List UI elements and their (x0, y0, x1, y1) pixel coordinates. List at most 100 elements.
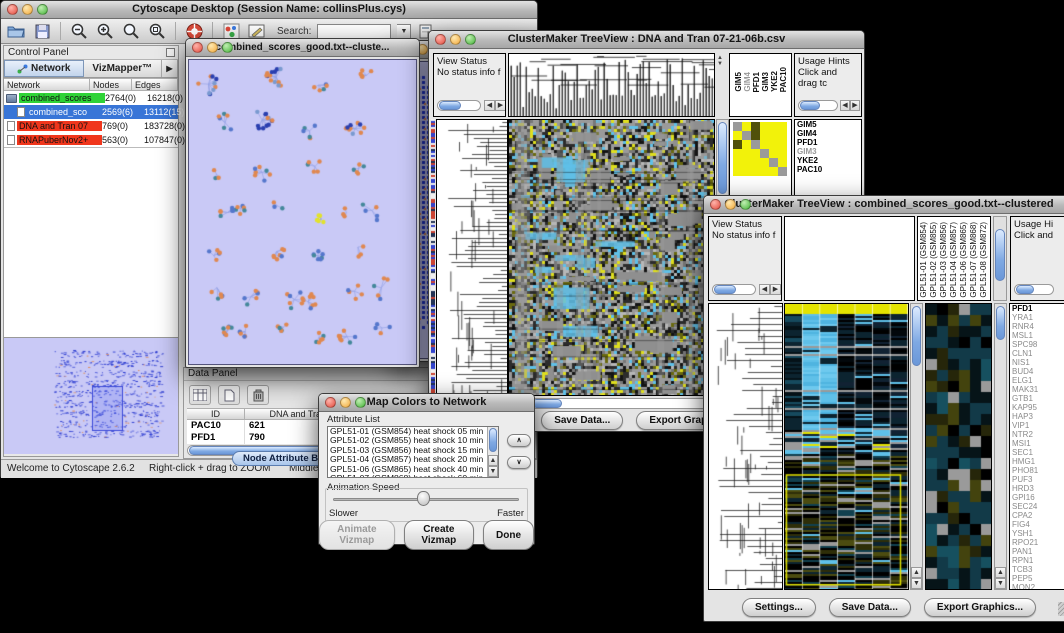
matrix-cell[interactable] (742, 140, 751, 149)
scroll-up-icon[interactable]: ▲ (995, 567, 1006, 578)
open-file-icon[interactable] (6, 22, 26, 41)
column-header-edges[interactable]: Edges (132, 78, 178, 91)
main-title-bar[interactable]: Cytoscape Desktop (Session Name: collins… (1, 1, 537, 19)
matrix-cell[interactable] (778, 122, 787, 131)
search-dropdown-arrow-icon[interactable]: ▼ (397, 24, 411, 39)
scrollbar-thumb[interactable] (532, 399, 562, 408)
close-button[interactable] (7, 4, 18, 15)
matrix-cell[interactable] (751, 158, 760, 167)
scrollbar-thumb[interactable] (489, 428, 497, 452)
column-dendrogram-panel[interactable] (508, 53, 715, 117)
network-title-bar[interactable]: combined_scores_good.txt--cluste... (186, 39, 419, 57)
tab-vizmapper[interactable]: VizMapper™ (84, 60, 163, 77)
delete-attribute-icon[interactable] (247, 385, 269, 405)
matrix-cell[interactable] (760, 140, 769, 149)
matrix-cell[interactable] (733, 167, 742, 176)
matrix-cell[interactable] (760, 149, 769, 158)
settings-button[interactable]: Settings... (742, 598, 816, 617)
matrix-cell[interactable] (778, 140, 787, 149)
minimize-button[interactable] (207, 42, 218, 53)
select-attributes-icon[interactable] (189, 385, 211, 405)
network-overview-panel[interactable] (4, 338, 178, 454)
tab-network[interactable]: Network (4, 60, 84, 77)
zoom-button[interactable] (355, 397, 366, 408)
network-tree-row[interactable]: combined_scores2764(0)16218(0) (4, 91, 178, 105)
heatmap-panel[interactable] (508, 119, 715, 396)
scrollbar-thumb[interactable] (714, 285, 736, 294)
animate-vizmap-button[interactable]: Animate Vizmap (319, 520, 395, 550)
new-attribute-icon[interactable] (218, 385, 240, 405)
zoom-button[interactable] (222, 42, 233, 53)
matrix-cell[interactable] (778, 149, 787, 158)
close-button[interactable] (435, 34, 446, 45)
search-input[interactable] (317, 24, 391, 39)
network-tree-row[interactable]: DNA and Tran 07769(0)183728(0) (4, 119, 178, 133)
close-button[interactable] (192, 42, 203, 53)
matrix-cell[interactable] (742, 122, 751, 131)
scroll-right-icon[interactable]: ▶ (770, 284, 781, 295)
create-vizmap-button[interactable]: Create Vizmap (404, 520, 474, 550)
matrix-cell[interactable] (751, 149, 760, 158)
scrollbar-thumb[interactable] (439, 101, 461, 110)
matrix-cell[interactable] (751, 140, 760, 149)
zoom-button[interactable] (465, 34, 476, 45)
row-dendrogram-panel[interactable] (708, 303, 783, 590)
scroll-left-icon[interactable]: ◀ (840, 100, 850, 111)
attribute-list-item[interactable]: GPL51-07 (GSM868) heat shock 60 min (328, 474, 498, 478)
heatmap-panel[interactable] (784, 303, 909, 590)
scroll-left-icon[interactable]: ◀ (484, 100, 495, 111)
move-down-button[interactable]: ∨ (507, 456, 531, 469)
matrix-cell[interactable] (742, 149, 751, 158)
tab-overflow-arrow[interactable]: ▶ (162, 60, 178, 77)
resize-grip-icon[interactable] (1058, 602, 1064, 616)
matrix-cell[interactable] (733, 122, 742, 131)
scrollbar-thumb[interactable] (718, 122, 727, 194)
scroll-right-icon[interactable]: ▶ (850, 100, 860, 111)
dialog-title-bar[interactable]: Map Colors to Network (319, 394, 534, 412)
scroll-down-icon[interactable]: ▼ (488, 466, 498, 477)
matrix-cell[interactable] (742, 167, 751, 176)
network-tree-row[interactable]: RNAPuberNov2+563(0)107847(0) (4, 133, 178, 147)
matrix-cell[interactable] (769, 140, 778, 149)
scroll-up-icon[interactable]: ▲ (488, 455, 498, 466)
matrix-cell[interactable] (769, 149, 778, 158)
zoom-out-icon[interactable] (69, 22, 89, 41)
minimize-button[interactable] (340, 397, 351, 408)
matrix-cell[interactable] (778, 167, 787, 176)
network-canvas[interactable] (189, 60, 416, 364)
matrix-cell[interactable] (778, 158, 787, 167)
done-button[interactable]: Done (483, 520, 534, 550)
matrix-cell[interactable] (751, 131, 760, 140)
float-panel-icon[interactable] (166, 48, 175, 57)
zoom-button[interactable] (740, 199, 751, 210)
slider-thumb[interactable] (417, 491, 430, 506)
matrix-cell[interactable] (733, 158, 742, 167)
row-dendrogram-panel[interactable] (436, 119, 508, 396)
matrix-cell[interactable] (769, 131, 778, 140)
scroll-down-icon[interactable]: ▼ (911, 578, 922, 589)
matrix-cell[interactable] (760, 131, 769, 140)
correlation-matrix[interactable] (733, 122, 787, 176)
treeview2-title-bar[interactable]: ClusterMaker TreeView : combined_scores_… (704, 196, 1064, 214)
zoom-selected-icon[interactable] (121, 22, 141, 41)
move-up-button[interactable]: ∧ (507, 434, 531, 447)
matrix-cell[interactable] (760, 167, 769, 176)
scroll-arrows[interactable]: ▲▼ (717, 55, 723, 67)
scrollbar-thumb[interactable] (800, 101, 820, 110)
column-dendrogram-panel[interactable] (784, 216, 915, 301)
matrix-cell[interactable] (769, 167, 778, 176)
close-button[interactable] (325, 397, 336, 408)
minimize-button[interactable] (22, 4, 33, 15)
scroll-left-icon[interactable]: ◀ (759, 284, 770, 295)
save-icon[interactable] (32, 22, 52, 41)
zoom-in-icon[interactable] (95, 22, 115, 41)
zoom-button[interactable] (37, 4, 48, 15)
matrix-cell[interactable] (760, 122, 769, 131)
scrollbar-thumb[interactable] (995, 229, 1005, 281)
matrix-cell[interactable] (751, 167, 760, 176)
minimize-button[interactable] (725, 199, 736, 210)
treeview1-title-bar[interactable]: ClusterMaker TreeView : DNA and Tran 07-… (429, 31, 864, 49)
matrix-cell[interactable] (733, 140, 742, 149)
zoom-fit-icon[interactable] (147, 22, 167, 41)
matrix-cell[interactable] (769, 158, 778, 167)
